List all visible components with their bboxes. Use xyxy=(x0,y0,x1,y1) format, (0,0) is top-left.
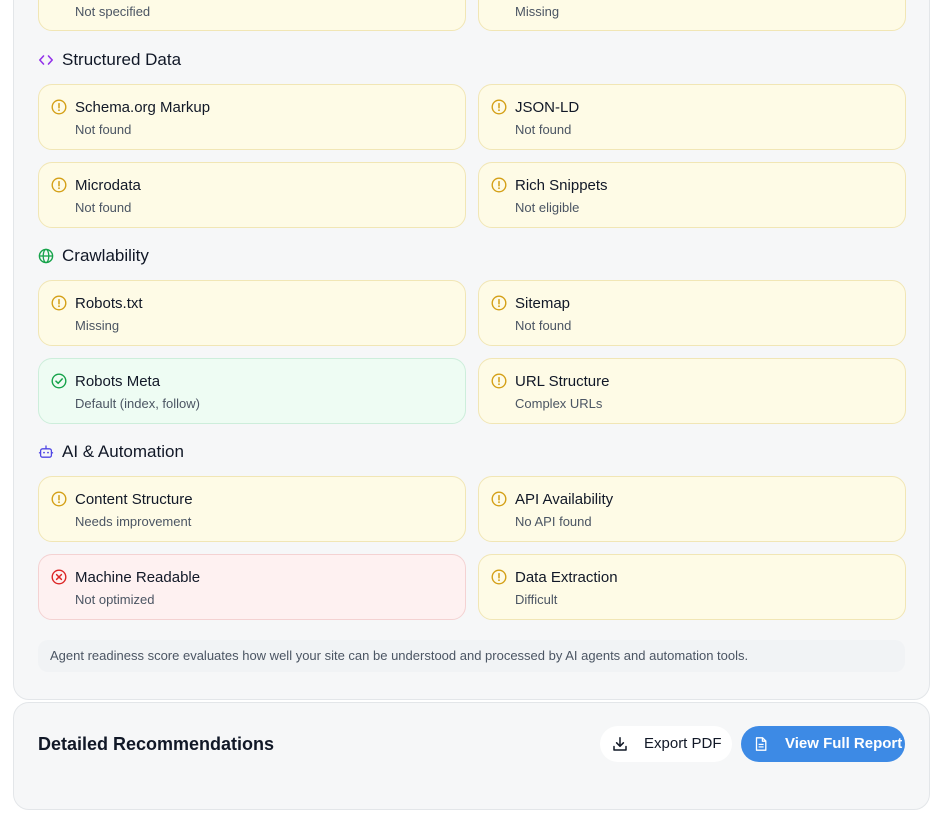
globe-icon xyxy=(38,248,54,264)
card-title: Sitemap xyxy=(515,295,571,312)
warning-circle-icon xyxy=(491,569,507,585)
export-pdf-button[interactable]: Export PDF xyxy=(600,726,732,762)
bot-icon xyxy=(38,445,54,458)
card-subtitle: No API found xyxy=(515,514,592,529)
status-card: Not specified xyxy=(38,0,466,31)
warning-circle-icon xyxy=(491,99,507,115)
card-title: Rich Snippets xyxy=(515,177,608,194)
card-title: Schema.org Markup xyxy=(75,99,211,116)
card-subtitle: Not eligible xyxy=(515,200,580,215)
check-circle-icon xyxy=(51,373,67,389)
section-title: Crawlability xyxy=(62,246,149,265)
check-card-rich-snippets: Rich Snippets Not eligible xyxy=(478,162,906,228)
check-card-api-availability: API Availability No API found xyxy=(478,476,906,542)
card-subtitle: Default (index, follow) xyxy=(75,396,200,411)
card-title: Robots Meta xyxy=(75,373,161,390)
card-title: Data Extraction xyxy=(515,569,618,586)
card-title: JSON-LD xyxy=(515,99,580,116)
check-card-data-extraction: Data Extraction Difficult xyxy=(478,554,906,620)
section-title: AI & Automation xyxy=(62,442,184,461)
warning-circle-icon xyxy=(491,177,507,193)
card-subtitle: Not found xyxy=(75,200,132,215)
warning-circle-icon xyxy=(51,99,67,115)
card-subtitle: Complex URLs xyxy=(515,396,603,411)
card-subtitle: Not found xyxy=(515,122,572,137)
card-subtitle: Needs improvement xyxy=(75,514,192,529)
export-pdf-label: Export PDF xyxy=(644,735,722,752)
warning-circle-icon xyxy=(491,373,507,389)
view-full-report-label: View Full Report xyxy=(785,735,903,752)
code-icon xyxy=(38,55,53,65)
download-icon xyxy=(613,737,627,751)
warning-circle-icon xyxy=(491,491,507,507)
card-subtitle: Not optimized xyxy=(75,592,155,607)
card-subtitle: Not found xyxy=(515,318,572,333)
file-text-icon xyxy=(755,737,767,751)
card-title: URL Structure xyxy=(515,373,610,390)
check-card-machine-readable: Machine Readable Not optimized xyxy=(38,554,466,620)
check-card-sitemap: Sitemap Not found xyxy=(478,280,906,346)
card-title: Machine Readable xyxy=(75,569,201,586)
warning-circle-icon xyxy=(491,295,507,311)
card-subtitle: Missing xyxy=(515,4,560,19)
card-title: Content Structure xyxy=(75,491,193,508)
section-title: Structured Data xyxy=(62,50,182,69)
check-card-schema-org: Schema.org Markup Not found xyxy=(38,84,466,150)
check-card-content-structure: Content Structure Needs improvement xyxy=(38,476,466,542)
view-full-report-button[interactable]: View Full Report xyxy=(741,726,905,762)
card-title: API Availability xyxy=(515,491,614,508)
check-card-robots-txt: Robots.txt Missing xyxy=(38,280,466,346)
recommendations-title: Detailed Recommendations xyxy=(38,734,275,754)
warning-circle-icon xyxy=(51,491,67,507)
check-card-robots-meta: Robots Meta Default (index, follow) xyxy=(38,358,466,424)
card-subtitle: Missing xyxy=(75,318,120,333)
card-subtitle: Not found xyxy=(75,122,132,137)
status-card: Missing xyxy=(478,0,906,31)
check-card-json-ld: JSON-LD Not found xyxy=(478,84,906,150)
x-circle-icon xyxy=(51,569,67,585)
warning-circle-icon xyxy=(51,177,67,193)
check-card-microdata: Microdata Not found xyxy=(38,162,466,228)
card-title: Microdata xyxy=(75,177,141,194)
readiness-note: Agent readiness score evaluates how well… xyxy=(38,640,905,672)
card-title: Robots.txt xyxy=(75,295,143,312)
card-subtitle: Not specified xyxy=(75,4,151,19)
check-card-url-structure: URL Structure Complex URLs xyxy=(478,358,906,424)
warning-circle-icon xyxy=(51,295,67,311)
card-subtitle: Difficult xyxy=(515,592,558,607)
